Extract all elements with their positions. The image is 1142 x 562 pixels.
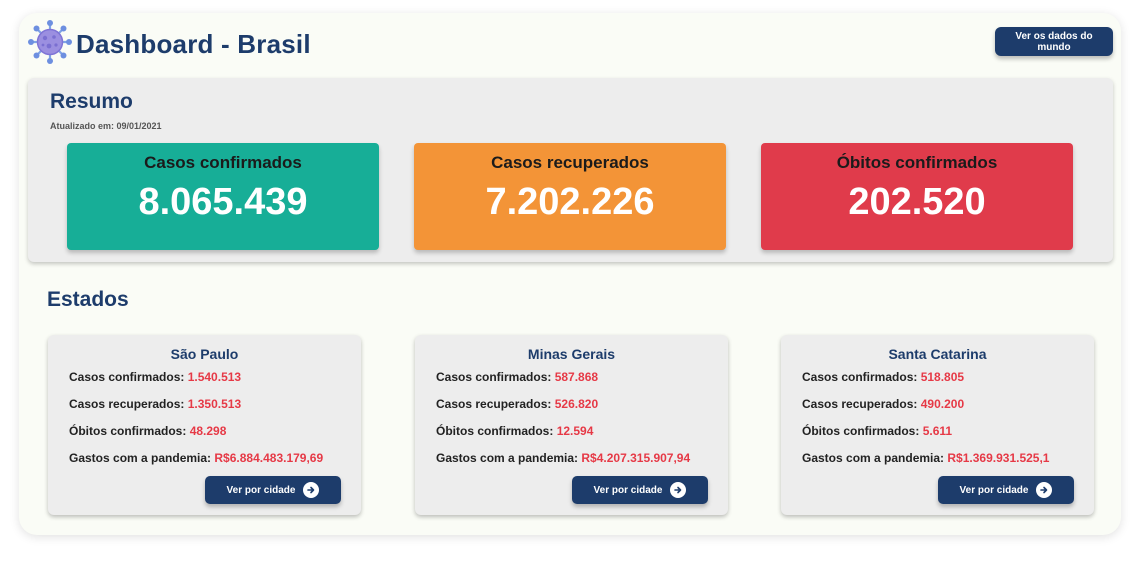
virus-icon [28,20,72,64]
state-recovered-row: Casos recuperados: 1.350.513 [69,397,242,411]
state-deaths-row: Óbitos confirmados: 5.611 [802,424,953,438]
summary-title: Resumo [50,90,133,113]
state-name: Minas Gerais [527,346,616,362]
state-name: São Paulo [170,346,239,362]
arrow-right-circle-icon [670,482,687,498]
state-deaths-row: Óbitos confirmados: 12.594 [436,424,594,438]
states-title: Estados [47,288,129,311]
state-card-minas-gerais: Minas Gerais Casos confirmados: 587.868 … [415,335,728,515]
state-card-santa-catarina: Santa Catarina Casos confirmados: 518.80… [781,335,1094,515]
updated-date: Atualizado em: 09/01/2021 [50,121,162,131]
view-by-city-button[interactable]: Ver por cidade [572,476,708,504]
view-by-city-button[interactable]: Ver por cidade [205,476,341,504]
world-data-button[interactable]: Ver os dados do mundo [995,27,1113,56]
state-confirmed-row: Casos confirmados: 1.540.513 [69,370,242,384]
arrow-right-circle-icon [1036,482,1053,498]
recovered-cases-card: Casos recuperados 7.202.226 [414,143,726,250]
state-spending-row: Gastos com a pandemia: R$4.207.315.907,9… [436,451,691,465]
header: Dashboard - Brasil Ver os dados do mundo [27,19,1113,64]
view-by-city-button[interactable]: Ver por cidade [938,476,1074,504]
arrow-right-circle-icon [303,482,320,498]
state-spending-row: Gastos com a pandemia: R$6.884.483.179,6… [69,451,324,465]
state-recovered-row: Casos recuperados: 490.200 [802,397,965,411]
state-card-sao-paulo: São Paulo Casos confirmados: 1.540.513 C… [48,335,361,515]
card-label: Casos confirmados [144,153,302,172]
card-label: Óbitos confirmados [836,153,998,172]
state-recovered-row: Casos recuperados: 526.820 [436,397,599,411]
card-label: Casos recuperados [491,153,649,172]
dashboard-frame: Dashboard - Brasil Ver os dados do mundo… [19,13,1121,535]
card-value: 202.520 [848,181,986,223]
summary-panel: Resumo Atualizado em: 09/01/2021 Casos c… [28,78,1113,262]
card-value: 8.065.439 [138,181,308,223]
page-title: Dashboard - Brasil [76,29,311,59]
state-name: Santa Catarina [888,346,987,362]
card-value: 7.202.226 [485,181,655,223]
confirmed-cases-card: Casos confirmados 8.065.439 [67,143,379,250]
state-confirmed-row: Casos confirmados: 518.805 [802,370,965,384]
state-confirmed-row: Casos confirmados: 587.868 [436,370,599,384]
state-spending-row: Gastos com a pandemia: R$1.369.931.525,1 [802,451,1050,465]
deaths-card: Óbitos confirmados 202.520 [761,143,1073,250]
state-deaths-row: Óbitos confirmados: 48.298 [69,424,227,438]
